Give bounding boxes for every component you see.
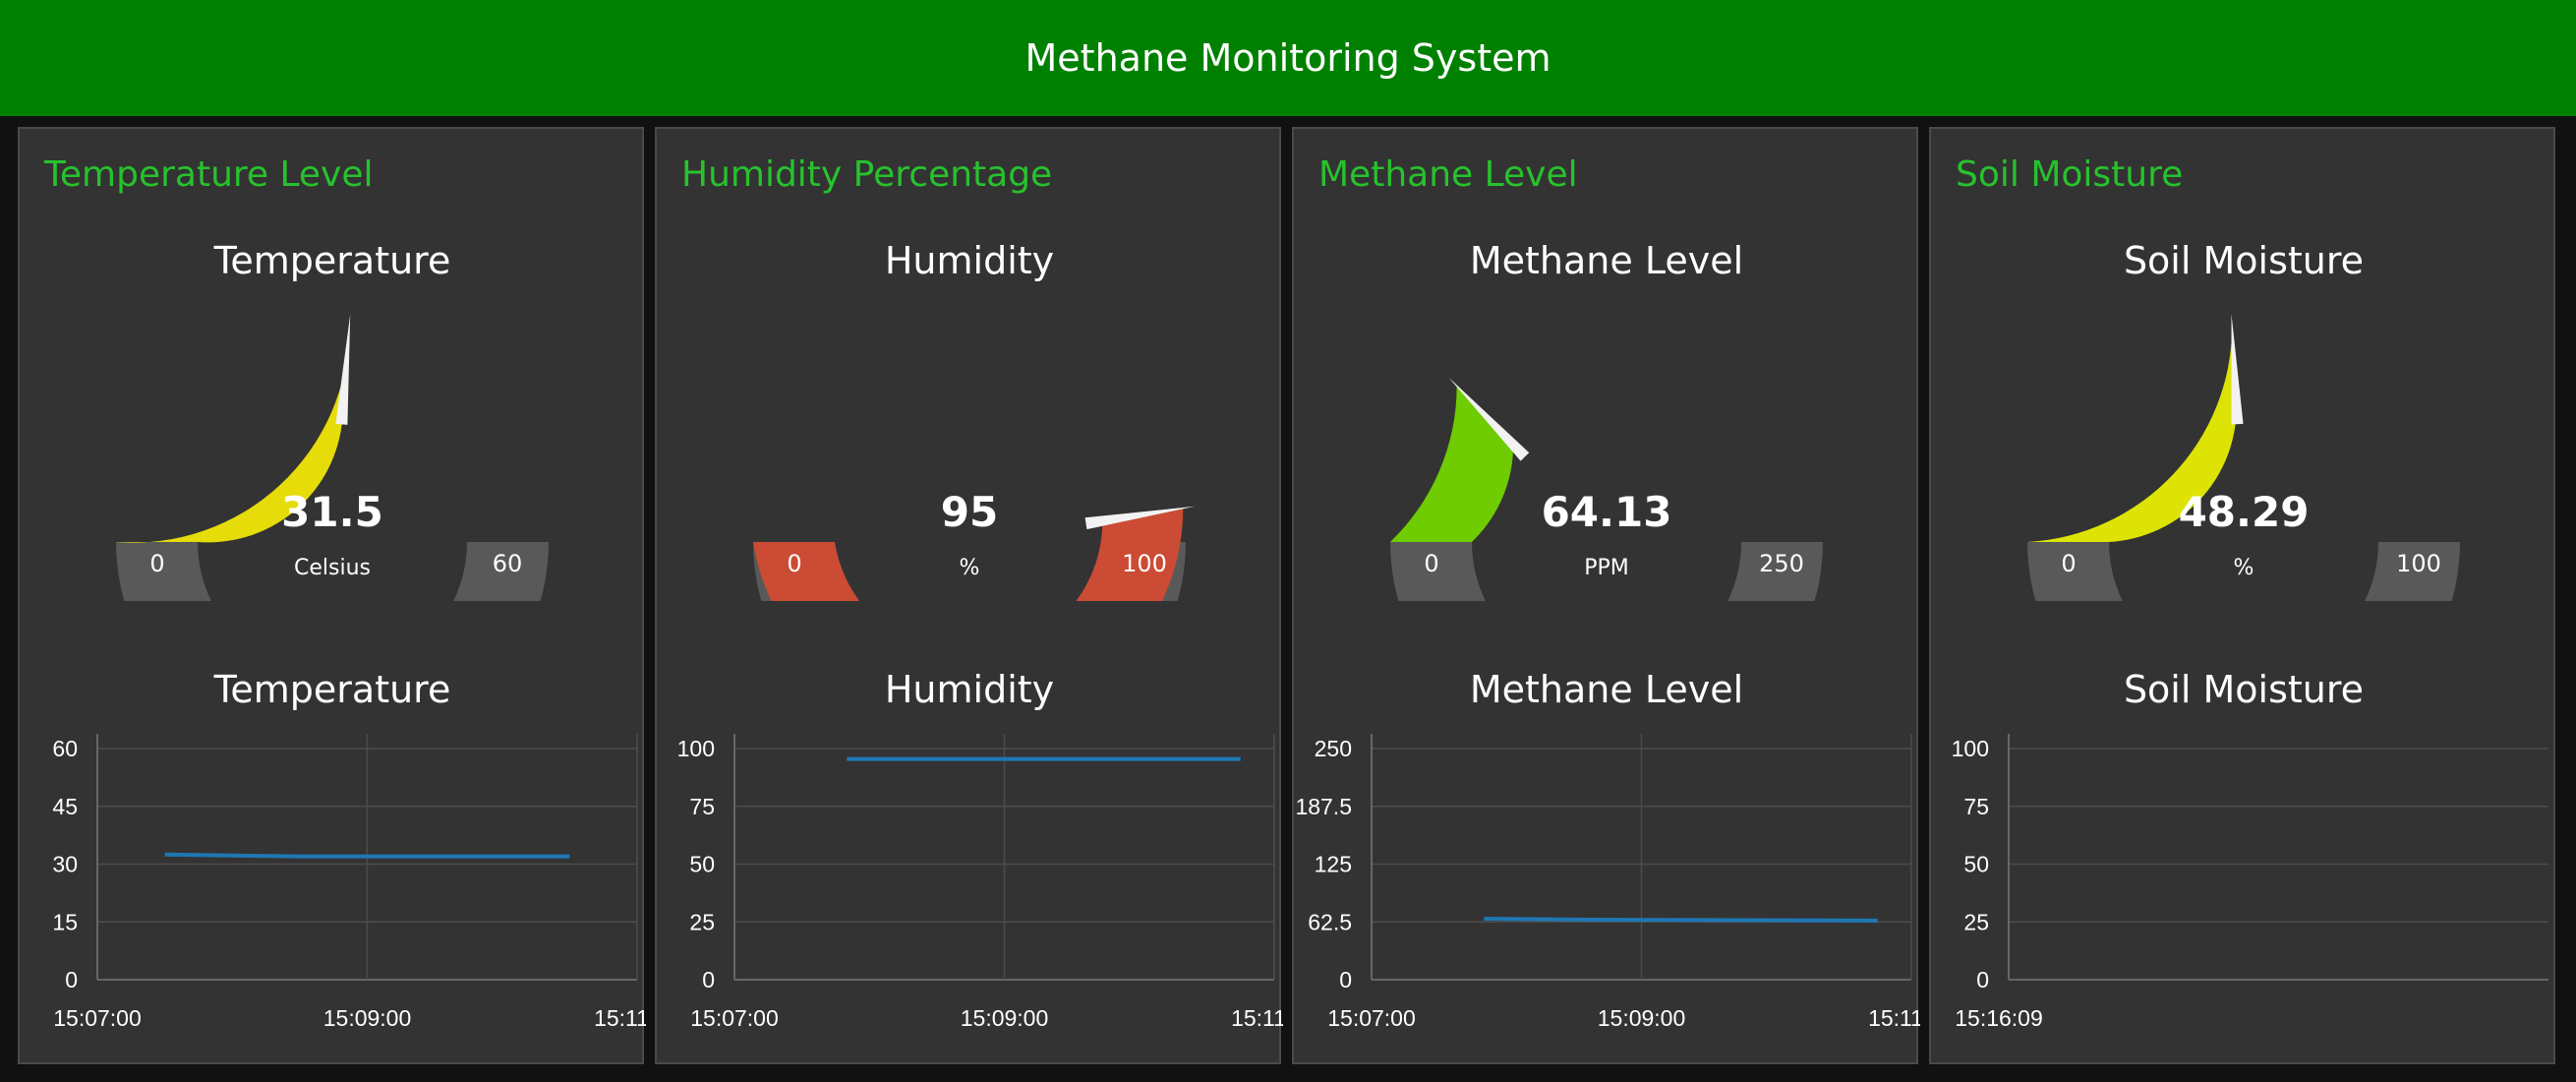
y-tick-label: 75: [689, 794, 715, 819]
y-tick-label: 50: [1963, 852, 1989, 877]
chart-title: Humidity: [885, 668, 1054, 711]
y-tick-label: 75: [1963, 794, 1989, 819]
y-tick-label: 25: [1963, 909, 1989, 934]
y-tick-label: 60: [52, 736, 78, 761]
x-tick-label: 15:09:00: [961, 1005, 1049, 1031]
humidity-chart: Humidity 100 75 50 25 0 15:07:00 15:09:00 15:11:…: [677, 668, 1283, 1031]
x-tick-label: 15:09:00: [323, 1005, 412, 1031]
chart-title: Soil Moisture: [2124, 668, 2364, 711]
series-line: [1484, 916, 1878, 923]
x-tick-label: 15:09:00: [1598, 1005, 1686, 1031]
x-tick-label: 15:07:00: [690, 1005, 779, 1031]
soil-moisture-chart: Soil Moisture 100 75 50 25 0 15:16:09: [1952, 668, 2548, 1031]
y-tick-label: 25: [689, 909, 715, 934]
y-tick-label: 100: [1952, 736, 1989, 761]
card-temperature: Temperature Level Temperature 31.5 Celsius…: [18, 127, 646, 1064]
x-tick-label: 15:11:00: [1231, 1005, 1283, 1031]
y-tick-label: 0: [1339, 967, 1352, 992]
y-tick-label: 0: [702, 967, 715, 992]
chart-title: Methane Level: [1470, 668, 1743, 711]
x-tick-label: 15:07:00: [53, 1005, 142, 1031]
card-methane: Methane Level Methane Level 64.13 PPM 0 250 …: [1292, 127, 1920, 1064]
x-tick-label: 15:07:00: [1327, 1005, 1416, 1031]
x-tick-label: 15:16:09: [1955, 1005, 2043, 1031]
y-tick-label: 45: [52, 794, 78, 819]
y-tick-label: 0: [1976, 967, 1989, 992]
y-tick-label: 187.5: [1295, 794, 1352, 819]
x-tick-label: 15:11:00: [1868, 1005, 1920, 1031]
app-header: Methane Monitoring System: [0, 0, 2576, 116]
y-tick-label: 50: [689, 852, 715, 877]
y-tick-label: 0: [65, 967, 78, 992]
y-tick-label: 30: [52, 852, 78, 877]
x-tick-label: 15:11:00: [594, 1005, 646, 1031]
card-humidity: Humidity Percentage Humidity 95% 0 100 Humi…: [655, 127, 1283, 1064]
card-soil-moisture: Soil Moisture Soil Moisture 48.29% 0 100 So…: [1929, 127, 2555, 1064]
y-tick-label: 62.5: [1308, 909, 1352, 934]
y-tick-label: 100: [677, 736, 715, 761]
y-tick-label: 15: [52, 909, 78, 934]
y-tick-label: 250: [1315, 736, 1352, 761]
temperature-chart: Temperature 60 45 30 15 0 15:07:00 15:09:00 15:1…: [52, 668, 646, 1031]
y-tick-label: 125: [1315, 852, 1352, 877]
series-line: [164, 852, 570, 859]
app-title: Methane Monitoring System: [1025, 36, 1551, 80]
chart-title: Temperature: [213, 668, 451, 711]
methane-chart: Methane Level 250 187.5 125 62.5 0 15:07:00 15:…: [1295, 668, 1920, 1031]
